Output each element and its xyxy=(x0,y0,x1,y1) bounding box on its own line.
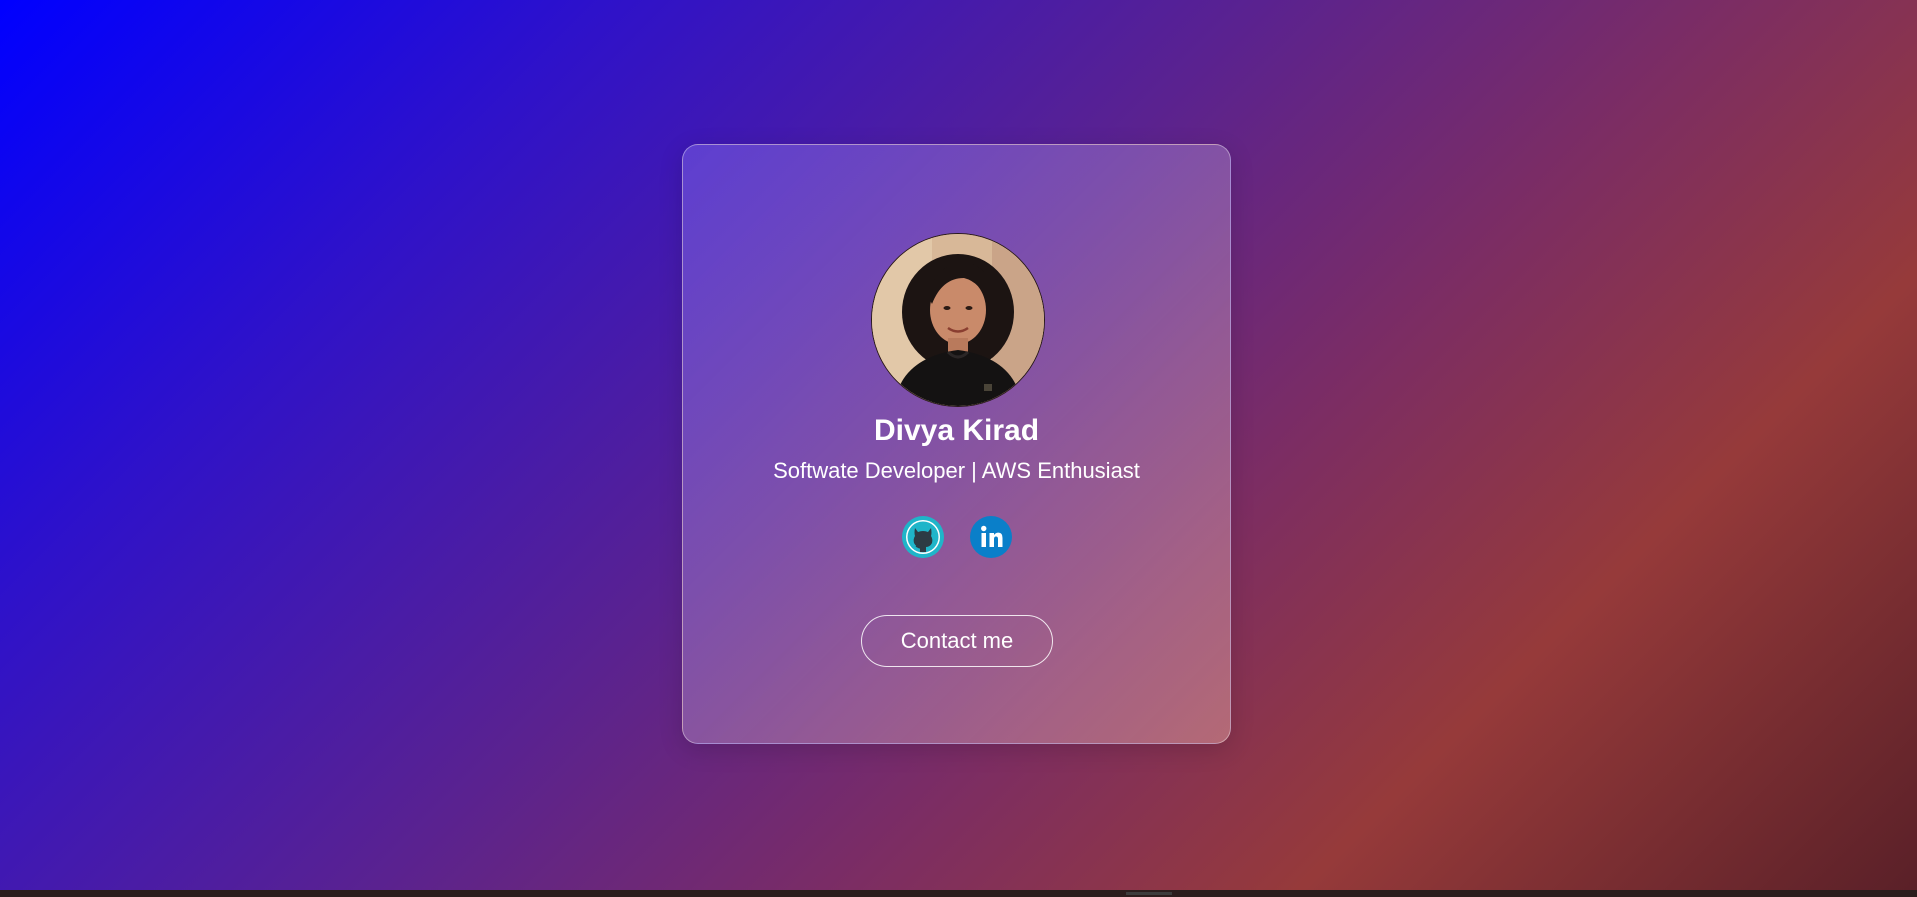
linkedin-link[interactable] xyxy=(969,515,1013,559)
avatar xyxy=(871,233,1045,407)
github-icon xyxy=(901,516,944,558)
profile-card: Divya Kirad Softwate Developer | AWS Ent… xyxy=(682,144,1231,744)
github-link[interactable] xyxy=(901,515,945,559)
contact-me-button[interactable]: Contact me xyxy=(861,615,1053,667)
profile-photo-icon xyxy=(872,234,1044,406)
bottom-bar xyxy=(0,890,1917,897)
profile-tagline: Softwate Developer | AWS Enthusiast xyxy=(773,458,1140,483)
scroll-indicator xyxy=(1126,892,1172,895)
profile-name: Divya Kirad xyxy=(873,414,1040,447)
linkedin-icon xyxy=(969,516,1012,558)
social-links xyxy=(683,515,1230,559)
